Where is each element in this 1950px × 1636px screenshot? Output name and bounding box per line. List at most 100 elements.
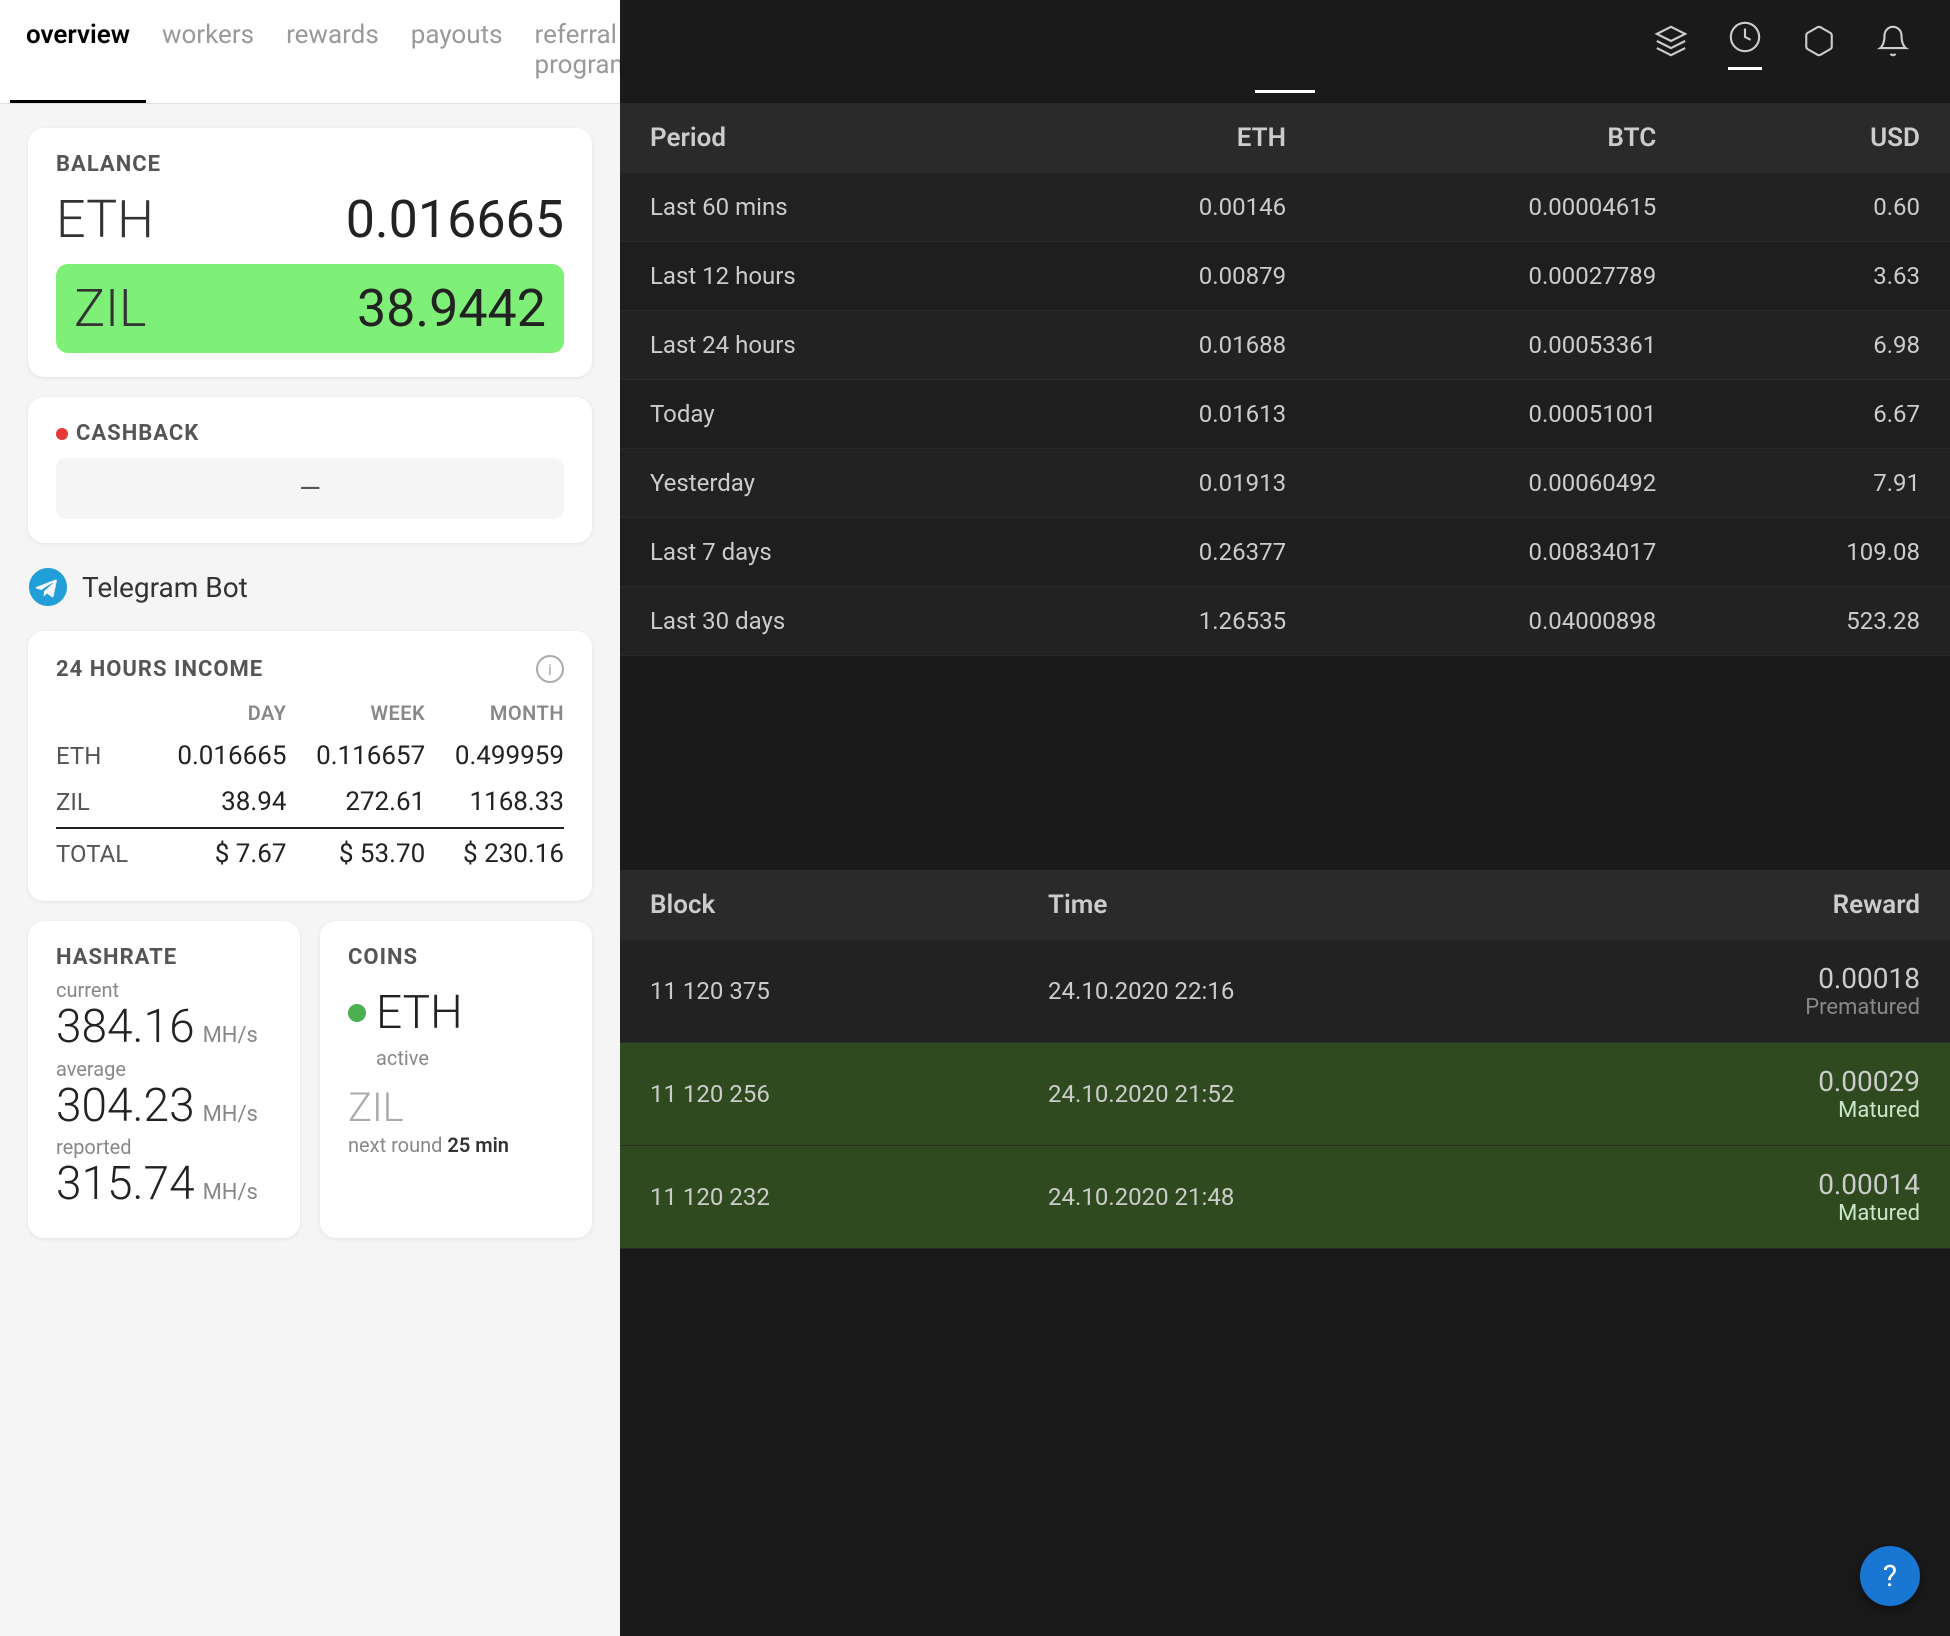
block-time-1: 24.10.2020 21:52 bbox=[1018, 1042, 1563, 1145]
hashrate-current-unit: MH/s bbox=[203, 1023, 258, 1048]
tab-divider bbox=[1255, 90, 1315, 93]
income-row-total-day: $ 7.67 bbox=[148, 828, 287, 877]
income-header: 24 HOURS INCOME i bbox=[56, 655, 564, 683]
coins-eth-name: ETH bbox=[376, 986, 463, 1040]
hashrate-average-row: average 304.23 MH/s bbox=[56, 1057, 272, 1132]
income-col-day: DAY bbox=[148, 701, 287, 733]
income-row-zil-month: 1168.33 bbox=[425, 779, 564, 828]
telegram-row[interactable]: Telegram Bot bbox=[28, 563, 592, 611]
hashrate-title: HASHRATE bbox=[56, 945, 272, 970]
income-row-zil-coin: ZIL bbox=[56, 779, 148, 828]
nav-tabs: overview workers rewards payouts referra… bbox=[0, 0, 620, 104]
tab-rewards[interactable]: rewards bbox=[270, 0, 395, 103]
hashrate-current-value: 384.16 bbox=[56, 1000, 195, 1054]
block-reward-2: 0.00014 Matured bbox=[1563, 1145, 1950, 1248]
block-number-2: 11 120 232 bbox=[620, 1145, 1018, 1248]
clock-icon[interactable] bbox=[1728, 20, 1762, 70]
reward-status-1: Matured bbox=[1838, 1098, 1920, 1123]
hashrate-reported-unit: MH/s bbox=[203, 1180, 258, 1205]
list-item: Yesterday 0.01913 0.00060492 7.91 bbox=[620, 449, 1950, 518]
earnings-btc-3: 0.00051001 bbox=[1316, 380, 1686, 449]
list-item: Today 0.01613 0.00051001 6.67 bbox=[620, 380, 1950, 449]
table-row: ZIL 38.94 272.61 1168.33 bbox=[56, 779, 564, 828]
earnings-col-eth: ETH bbox=[1026, 103, 1316, 173]
coins-zil-next-label: next round bbox=[348, 1133, 442, 1157]
earnings-btc-1: 0.00027789 bbox=[1316, 242, 1686, 311]
cashback-value: — bbox=[299, 472, 321, 505]
tab-workers[interactable]: workers bbox=[146, 0, 270, 103]
help-button[interactable]: ? bbox=[1860, 1546, 1920, 1606]
earnings-usd-3: 6.67 bbox=[1686, 380, 1950, 449]
reward-cell-0: 0.00018 Prematured bbox=[1593, 962, 1920, 1020]
info-icon[interactable]: i bbox=[536, 655, 564, 683]
telegram-label: Telegram Bot bbox=[82, 571, 248, 604]
income-row-zil-week: 272.61 bbox=[286, 779, 425, 828]
income-row-total-week: $ 53.70 bbox=[286, 828, 425, 877]
list-item: 11 120 256 24.10.2020 21:52 0.00029 Matu… bbox=[620, 1042, 1950, 1145]
earnings-section: Period ETH BTC USD Last 60 mins 0.00146 … bbox=[620, 103, 1950, 870]
earnings-btc-4: 0.00060492 bbox=[1316, 449, 1686, 518]
list-item: Last 12 hours 0.00879 0.00027789 3.63 bbox=[620, 242, 1950, 311]
reward-cell-1: 0.00029 Matured bbox=[1593, 1065, 1920, 1123]
bell-icon[interactable] bbox=[1876, 24, 1910, 67]
hashrate-average-value: 304.23 bbox=[56, 1079, 195, 1133]
eth-active-dot-icon bbox=[348, 1004, 366, 1022]
income-col-empty bbox=[56, 701, 148, 733]
cashback-label: CASHBACK bbox=[76, 421, 199, 446]
list-item: Last 60 mins 0.00146 0.00004615 0.60 bbox=[620, 173, 1950, 242]
block-number-0: 11 120 375 bbox=[620, 940, 1018, 1043]
block-number-1: 11 120 256 bbox=[620, 1042, 1018, 1145]
balance-eth-coin: ETH bbox=[56, 189, 154, 250]
earnings-eth-5: 0.26377 bbox=[1026, 518, 1316, 587]
hashrate-reported-label: reported bbox=[56, 1135, 272, 1159]
list-item: Last 30 days 1.26535 0.04000898 523.28 bbox=[620, 587, 1950, 656]
tab-referral[interactable]: referral program bbox=[519, 0, 620, 103]
earnings-period-0: Last 60 mins bbox=[620, 173, 1026, 242]
earnings-period-4: Yesterday bbox=[620, 449, 1026, 518]
earnings-eth-6: 1.26535 bbox=[1026, 587, 1316, 656]
reward-status-0: Prematured bbox=[1805, 995, 1920, 1020]
telegram-icon bbox=[28, 567, 68, 607]
earnings-period-6: Last 30 days bbox=[620, 587, 1026, 656]
income-row-total-coin: TOTAL bbox=[56, 828, 148, 877]
earnings-table: Period ETH BTC USD Last 60 mins 0.00146 … bbox=[620, 103, 1950, 656]
coins-zil-next-value: 25 min bbox=[447, 1133, 509, 1157]
balance-zil-coin: ZIL bbox=[74, 278, 146, 339]
hashrate-average-unit: MH/s bbox=[203, 1102, 258, 1127]
table-row: ETH 0.016665 0.116657 0.499959 bbox=[56, 733, 564, 779]
balance-zil-amount: 38.9442 bbox=[357, 278, 546, 339]
right-panel: Period ETH BTC USD Last 60 mins 0.00146 … bbox=[620, 0, 1950, 1636]
tab-payouts[interactable]: payouts bbox=[395, 0, 519, 103]
earnings-period-3: Today bbox=[620, 380, 1026, 449]
box-icon[interactable] bbox=[1802, 24, 1836, 67]
balance-eth-amount: 0.016665 bbox=[346, 189, 564, 250]
earnings-btc-6: 0.04000898 bbox=[1316, 587, 1686, 656]
cashback-card: CASHBACK — bbox=[28, 397, 592, 543]
earnings-usd-1: 3.63 bbox=[1686, 242, 1950, 311]
balance-card: BALANCE ETH 0.016665 ZIL 38.9442 bbox=[28, 128, 592, 377]
list-item: 11 120 232 24.10.2020 21:48 0.00014 Matu… bbox=[620, 1145, 1950, 1248]
earnings-period-5: Last 7 days bbox=[620, 518, 1026, 587]
blocks-col-reward: Reward bbox=[1563, 870, 1950, 940]
hashrate-current-label: current bbox=[56, 978, 272, 1002]
income-row-eth-week: 0.116657 bbox=[286, 733, 425, 779]
left-panel: overview workers rewards payouts referra… bbox=[0, 0, 620, 1636]
coins-card: COINS ETH active ZIL next round 25 min bbox=[320, 921, 592, 1238]
table-row: TOTAL $ 7.67 $ 53.70 $ 230.16 bbox=[56, 828, 564, 877]
reward-amount-1: 0.00029 bbox=[1818, 1065, 1920, 1098]
block-reward-1: 0.00029 Matured bbox=[1563, 1042, 1950, 1145]
earnings-usd-6: 523.28 bbox=[1686, 587, 1950, 656]
earnings-period-2: Last 24 hours bbox=[620, 311, 1026, 380]
earnings-eth-2: 0.01688 bbox=[1026, 311, 1316, 380]
layers-icon[interactable] bbox=[1654, 24, 1688, 67]
tab-overview[interactable]: overview bbox=[10, 0, 146, 103]
hashrate-reported-row: reported 315.74 MH/s bbox=[56, 1135, 272, 1210]
reward-amount-0: 0.00018 bbox=[1818, 962, 1920, 995]
bottom-row: HASHRATE current 384.16 MH/s average 304… bbox=[28, 921, 592, 1238]
earnings-usd-2: 6.98 bbox=[1686, 311, 1950, 380]
reward-amount-2: 0.00014 bbox=[1818, 1168, 1920, 1201]
earnings-col-period: Period bbox=[620, 103, 1026, 173]
income-row-total-month: $ 230.16 bbox=[425, 828, 564, 877]
earnings-eth-1: 0.00879 bbox=[1026, 242, 1316, 311]
left-content: BALANCE ETH 0.016665 ZIL 38.9442 CASHBAC… bbox=[0, 104, 620, 1636]
